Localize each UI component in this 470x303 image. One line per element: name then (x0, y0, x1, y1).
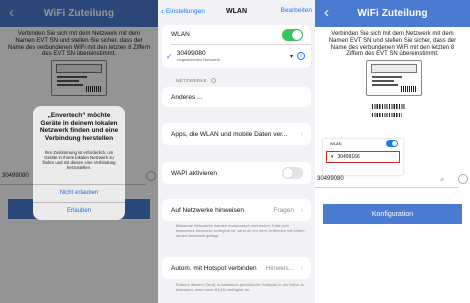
visibility-icon[interactable]: ⌀ (440, 176, 444, 183)
info-icon: ⓘ (392, 154, 396, 159)
ask-networks-label: Auf Netzwerke hinweisen (171, 206, 244, 214)
mini-wlan-label: WLAN (330, 141, 342, 146)
info-icon[interactable]: i (297, 52, 305, 60)
mini-toggle-icon (386, 140, 398, 147)
back-label: Einstellungen (165, 8, 205, 15)
highlighted-network: ▾ 30499166 ⓘ (326, 151, 400, 163)
networks-section-text: NETZWERKE (176, 78, 207, 83)
apps-wlan-row[interactable]: Apps, die WLAN und mobile Daten ver... › (162, 123, 311, 145)
evt-device-illustration (366, 60, 422, 96)
configuration-button[interactable]: Konfiguration (323, 204, 462, 224)
wlan-toggle[interactable] (282, 28, 303, 41)
connected-network-row[interactable]: ✓ 30499080 Ungesichertes Netzwerk ▾ i (162, 44, 311, 68)
loading-spinner-icon (210, 78, 216, 83)
network-name: 30499080 (176, 50, 206, 57)
wlan-group: WLAN ✓ 30499080 Ungesichertes Netzwerk ▾… (162, 25, 311, 68)
wlan-screenshot-illustration: WLAN ▾ 30499166 ⓘ (323, 139, 403, 175)
ios-wlan-settings: ‹ Einstellungen WLAN Bearbeiten WLAN ✓ 3… (158, 0, 315, 303)
wifi-icon: ▾ (289, 53, 293, 60)
chevron-right-icon: › (300, 130, 303, 138)
wapi-row: WAPI aktivieren (162, 162, 311, 184)
app-screen-with-permission-alert: ‹ WiFi Zuteilung Verbinden Sie sich mit … (0, 0, 158, 303)
page-title: WLAN (226, 8, 247, 15)
ssid-input[interactable]: 30499080 ⌀ (315, 171, 468, 188)
alert-message: Ihre Zustimmung ist erforderlich, um Ger… (42, 150, 116, 171)
radio-button[interactable] (458, 174, 468, 184)
networks-section-label: NETZWERKE (176, 78, 216, 83)
wlan-label: WLAN (171, 31, 190, 38)
hotspot-row[interactable]: Autom. mit Hotspot verbinden Hinweis... … (162, 257, 311, 279)
ask-networks-value: Fragen (273, 206, 294, 214)
hotspot-label: Autom. mit Hotspot verbinden (171, 264, 257, 272)
hotspot-footnote: Erlaube diesem Gerät, automatisch persön… (176, 282, 305, 292)
app-screen-configuration: ‹ WiFi Zuteilung Verbinden Sie sich mit … (315, 0, 470, 303)
allow-button[interactable]: Erlauben (33, 202, 125, 220)
chevron-right-icon: › (300, 264, 303, 272)
chevron-left-icon: ‹ (161, 6, 164, 16)
chevron-right-icon: › (300, 206, 303, 214)
back-chevron-icon[interactable]: ‹ (324, 4, 329, 22)
serial-barcode-illustration (372, 104, 406, 109)
settings-navbar: ‹ Einstellungen WLAN Bearbeiten (158, 0, 315, 23)
ask-networks-row[interactable]: Auf Netzwerke hinweisen Fragen › (162, 199, 311, 221)
apps-wlan-label: Apps, die WLAN und mobile Daten ver... (171, 130, 288, 138)
apps-group: Apps, die WLAN und mobile Daten ver... › (162, 123, 311, 145)
connection-instructions: Verbinden Sie sich mit dem Netzwerk mit … (328, 31, 457, 58)
edit-button[interactable]: Bearbeiten (281, 7, 312, 14)
network-status: Ungesichertes Netzwerk (176, 57, 221, 62)
app-navbar: ‹ WiFi Zuteilung (315, 0, 470, 27)
ask-networks-group: Auf Netzwerke hinweisen Fragen › (162, 199, 311, 221)
mini-network-name: 30499166 (337, 154, 360, 160)
ask-networks-footnote: Bekannte Netzwerke werden automatisch ve… (176, 223, 305, 238)
deny-button[interactable]: Nicht erlauben (33, 184, 125, 202)
hotspot-value: Hinweis... (265, 264, 294, 272)
settings-back-button[interactable]: ‹ Einstellungen (161, 6, 205, 16)
hotspot-group: Autom. mit Hotspot verbinden Hinweis... … (162, 257, 311, 279)
checkmark-icon: ✓ (166, 51, 173, 61)
alert-title: „Envertech“ möchte Geräte in deinem loka… (39, 112, 119, 142)
wapi-group: WAPI aktivieren (162, 162, 311, 184)
local-network-permission-alert: „Envertech“ möchte Geräte in deinem loka… (33, 106, 125, 220)
wapi-label: WAPI aktivieren (171, 169, 217, 177)
other-network-row[interactable]: Anderes ... (162, 87, 311, 107)
ssid-input-value: 30499080 (317, 176, 344, 182)
serial-barcode-illustration (372, 113, 402, 117)
wifi-icon: ▾ (331, 154, 334, 160)
wlan-toggle-row: WLAN (162, 25, 311, 44)
wapi-toggle[interactable] (282, 167, 303, 179)
app-title: WiFi Zuteilung (357, 8, 428, 19)
networks-group: Anderes ... (162, 87, 311, 107)
